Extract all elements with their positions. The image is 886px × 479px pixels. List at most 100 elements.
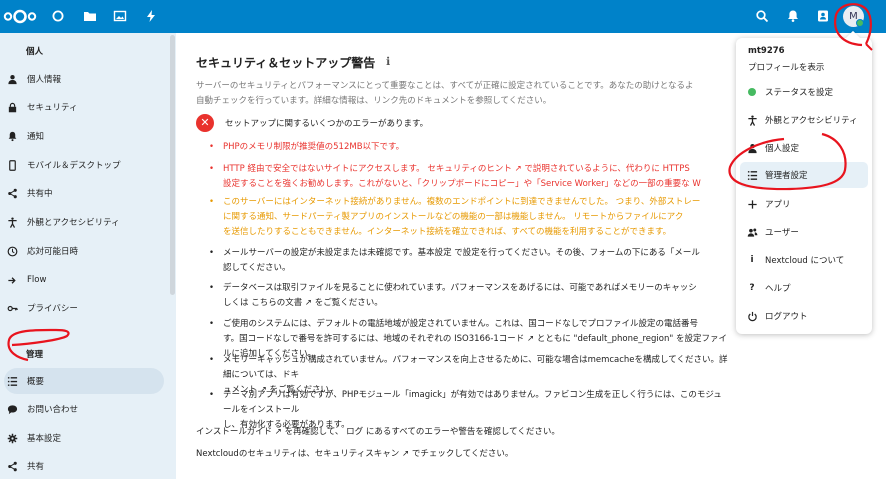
sidebar-item-sharing[interactable]: 共有中 xyxy=(0,180,168,206)
share-icon xyxy=(6,460,18,472)
menu-item-logout[interactable]: ログアウト xyxy=(740,303,868,329)
sidebar-item-label: モバイル＆デスクトップ xyxy=(27,161,121,171)
bell-icon xyxy=(6,130,18,142)
warning-line[interactable]: しくは こちらの文書 ↗ をご覧ください。 xyxy=(223,296,729,311)
sidebar-scrollbar[interactable] xyxy=(170,35,175,295)
bullet-dot: • xyxy=(209,355,215,365)
help-icon: ? xyxy=(749,283,755,293)
bullet-dot: • xyxy=(209,142,215,152)
error-x-icon: ✕ xyxy=(196,114,214,132)
sidebar-item-personal-info[interactable]: 個人情報 xyxy=(0,66,168,92)
accessibility-icon xyxy=(6,216,18,228)
menu-item-personal-settings[interactable]: 個人設定 xyxy=(740,135,868,161)
bullet-dot: • xyxy=(209,319,215,329)
bullet-dot: • xyxy=(209,164,215,174)
sidebar-item-security[interactable]: セキュリティ xyxy=(0,94,168,120)
flow-icon xyxy=(6,274,18,286)
menu-item-set-status[interactable]: ステータスを設定 xyxy=(740,79,868,105)
sidebar-item-basic-settings[interactable]: 基本設定 xyxy=(0,425,168,451)
gear-icon xyxy=(6,432,18,444)
chat-icon xyxy=(6,403,18,415)
menu-item-label: Nextcloud について xyxy=(765,256,845,266)
menu-username: mt9276 xyxy=(748,46,785,56)
files-icon[interactable] xyxy=(83,9,97,23)
sidebar-item-label: プライバシー xyxy=(27,304,78,314)
sidebar-item-label: お問い合わせ xyxy=(27,405,79,415)
personal-section-title: 個人 xyxy=(26,47,44,57)
warning-line: 認してください。 xyxy=(223,263,291,273)
search-icon[interactable] xyxy=(755,9,769,23)
menu-item-label: 個人設定 xyxy=(765,144,800,154)
warning-line: データベースは取引ファイルを見ることに使われています。パフォーマンスをあげるには… xyxy=(223,283,697,293)
security-scan-text[interactable]: Nextcloudのセキュリティは、セキュリティスキャン ↗ でチェックしてくだ… xyxy=(196,447,513,459)
warning-line: テーマ別アプリは有効ですが、PHPモジュール「imagick」が有効ではありませ… xyxy=(223,390,722,415)
menu-item-appearance[interactable]: 外観とアクセシビリティ xyxy=(740,107,868,133)
menu-item-label: 外観とアクセシビリティ xyxy=(765,116,858,126)
notifications-icon[interactable] xyxy=(786,9,800,23)
warning-item-https: • HTTP 経由で安全ではないサイトにアクセスします。 セキュリティのヒント … xyxy=(209,162,729,192)
sidebar-item-contact[interactable]: お問い合わせ xyxy=(0,396,168,422)
warning-item-database: • データベースは取引ファイルを見ることに使われています。パフォーマンスをあげる… xyxy=(209,281,729,311)
users-icon xyxy=(746,226,758,238)
warning-line: このサーバーにはインターネット接続がありません。複数のエンドポイントに到達できま… xyxy=(223,197,701,207)
bullet-dot: • xyxy=(209,248,215,258)
sidebar-item-privacy[interactable]: プライバシー xyxy=(0,295,168,321)
accessibility-icon xyxy=(746,114,758,126)
menu-item-help[interactable]: ? ヘルプ xyxy=(740,275,868,301)
menu-item-apps[interactable]: アプリ xyxy=(740,191,868,217)
error-heading-text: セットアップに関するいくつかのエラーがあります。 xyxy=(225,119,429,129)
user-menu: mt9276 プロフィールを表示 ステータスを設定 外観とアクセシビリティ 個人… xyxy=(736,30,872,334)
error-heading: ✕ セットアップに関するいくつかのエラーがあります。 xyxy=(196,114,428,132)
user-icon xyxy=(6,73,18,85)
menu-item-label: ヘルプ xyxy=(765,284,791,294)
sidebar-item-flow[interactable]: Flow xyxy=(0,267,168,293)
list-icon xyxy=(6,375,18,387)
view-profile-link[interactable]: プロフィールを表示 xyxy=(748,61,824,73)
sidebar-item-notifications[interactable]: 通知 xyxy=(0,123,168,149)
warning-line: メールサーバーの設定が未設定または未確認です。基本設定 で設定を行ってください。… xyxy=(223,248,700,258)
sidebar-item-label: 個人情報 xyxy=(27,75,62,85)
sidebar-item-availability[interactable]: 応対可能日時 xyxy=(0,238,168,264)
warning-line: を送信したりすることもできません。インターネット接続を確立できれば、すべての機能… xyxy=(223,227,672,237)
menu-item-admin-settings[interactable]: 管理者設定 xyxy=(740,162,868,188)
key-icon xyxy=(6,302,18,314)
bullet-dot: • xyxy=(209,390,215,400)
install-guide-text[interactable]: インストールガイド ↗ を再確認して、 ログ にあるすべてのエラーや警告を確認し… xyxy=(196,425,560,437)
activity-icon[interactable] xyxy=(144,9,158,23)
photos-icon[interactable] xyxy=(113,9,127,23)
sidebar-item-label: 基本設定 xyxy=(27,434,62,444)
warning-line: メモリーキャッシュが構成されていません。パフォーマンスを向上させるために、可能な… xyxy=(223,355,728,380)
warning-line: ご使用のシステムには、デフォルトの電話地域が設定されていません。これは、国コード… xyxy=(223,319,698,329)
clock-icon xyxy=(6,245,18,257)
sidebar-item-mobile-desktop[interactable]: モバイル＆デスクトップ xyxy=(0,152,168,178)
intro-line-2: 自動チェックを行っています。詳細な情報は、リンク先のドキュメントを参照してくださ… xyxy=(196,96,552,106)
sidebar-item-label: 概要 xyxy=(27,377,45,387)
warning-item-internet: • このサーバーにはインターネット接続がありません。複数のエンドポイントに到達で… xyxy=(209,195,729,240)
sidebar-item-label: Flow xyxy=(27,275,47,285)
sidebar-item-appearance[interactable]: 外観とアクセシビリティ xyxy=(0,209,168,235)
sidebar-item-share[interactable]: 共有 xyxy=(0,453,168,479)
menu-item-about[interactable]: i Nextcloud について xyxy=(740,247,868,273)
sidebar-item-label: 通知 xyxy=(27,132,45,142)
sidebar-item-overview[interactable]: 概要 xyxy=(4,368,164,394)
menu-item-label: 管理者設定 xyxy=(765,171,808,181)
warning-item-php-memory: • PHPのメモリ制限が推奨値の512MB以下です。 xyxy=(209,140,729,155)
info-icon[interactable]: ℹ xyxy=(386,55,390,68)
sidebar-item-label: 外観とアクセシビリティ xyxy=(27,218,120,228)
top-header: M xyxy=(0,0,886,33)
status-dot-icon xyxy=(746,86,758,98)
info-icon: i xyxy=(750,255,754,265)
list-icon xyxy=(746,169,758,181)
power-icon xyxy=(746,310,758,322)
menu-item-label: ユーザー xyxy=(765,228,799,238)
warning-line: 設定することを強くお勧めします。これがないと、「クリップボードにコピー」や「Se… xyxy=(223,179,701,189)
menu-item-label: アプリ xyxy=(765,200,791,210)
warning-item-mail: • メールサーバーの設定が未設定または未確認です。基本設定 で設定を行ってくださ… xyxy=(209,246,729,276)
dashboard-icon[interactable] xyxy=(51,9,65,23)
sidebar-item-label: 応対可能日時 xyxy=(27,247,79,257)
contacts-icon[interactable] xyxy=(816,9,830,23)
bullet-dot: • xyxy=(209,283,215,293)
nextcloud-logo[interactable] xyxy=(3,8,37,25)
menu-item-users[interactable]: ユーザー xyxy=(740,219,868,245)
sidebar-item-label: 共有中 xyxy=(27,189,53,199)
